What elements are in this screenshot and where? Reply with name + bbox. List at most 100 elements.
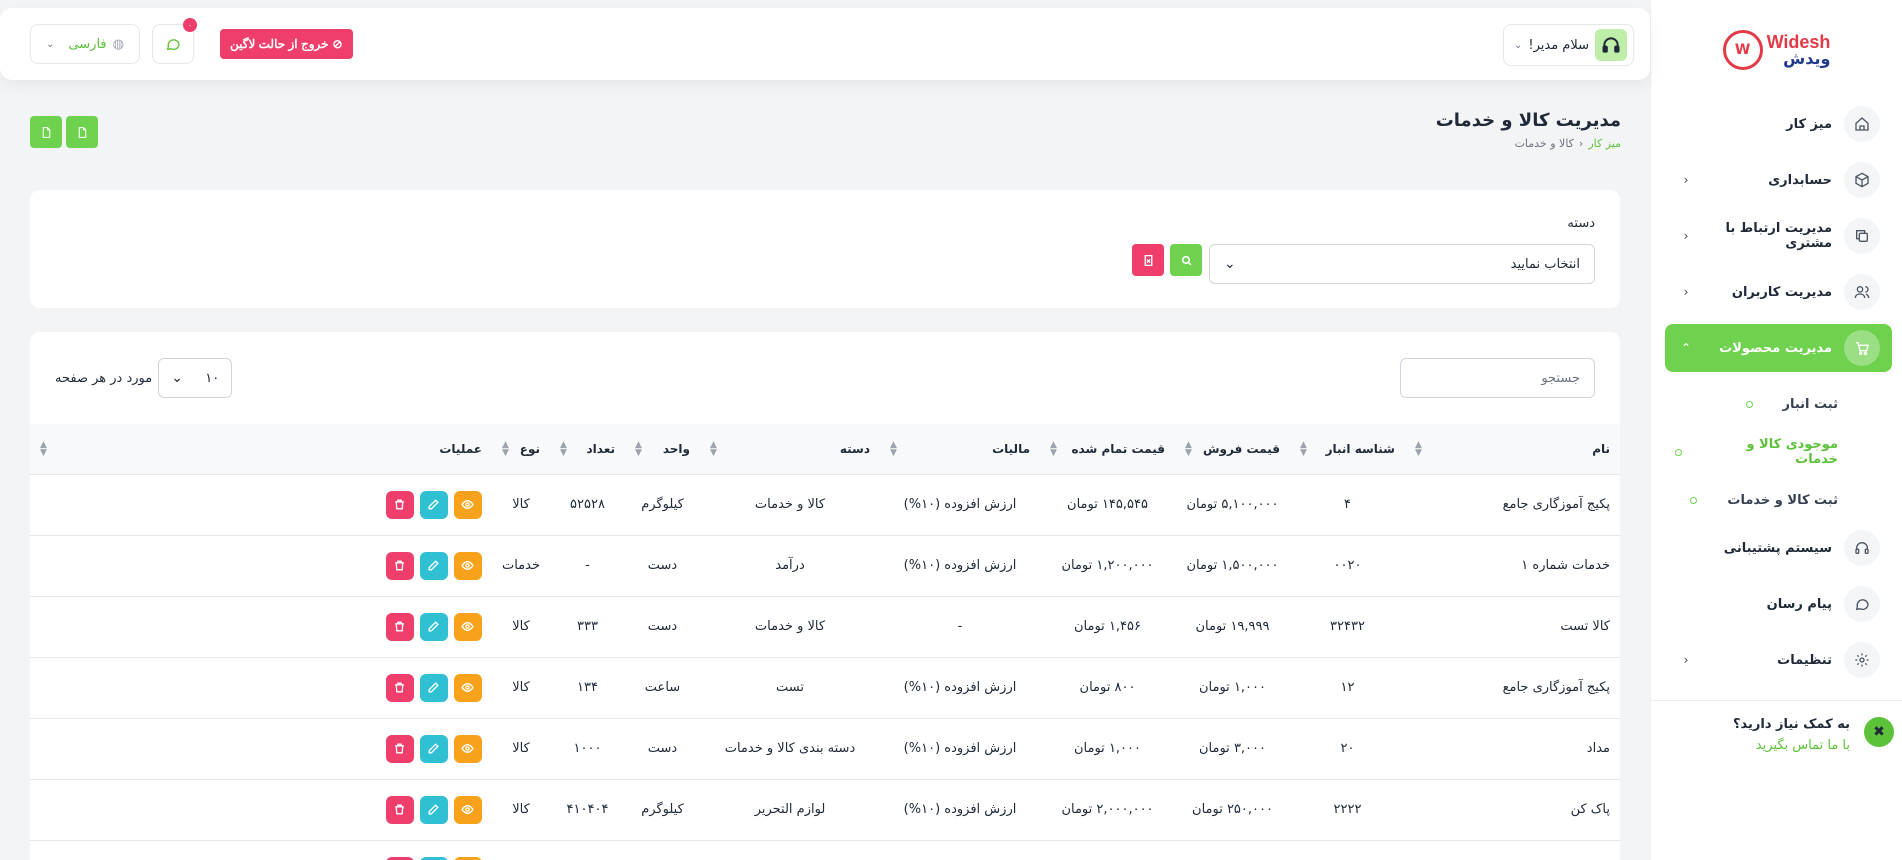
- sort-icon[interactable]: ▲ ▼: [635, 440, 642, 457]
- edit-button[interactable]: [419, 673, 448, 702]
- sort-icon[interactable]: ▲ ▼: [890, 440, 897, 457]
- table-cell: مداد: [1405, 718, 1620, 780]
- logout-button[interactable]: ⊘ خروج از حالت لاگین: [220, 29, 353, 59]
- sort-icon[interactable]: ▲ ▼: [1185, 440, 1192, 457]
- sidebar-nav: میز کار حسابداری ‹ مدیریت ارتباط با مشتری ‹ م…: [1651, 100, 1902, 684]
- category-select[interactable]: انتخاب نمایید ⌄: [1209, 244, 1595, 284]
- submenu-item[interactable]: ثبت انبار: [1665, 380, 1892, 428]
- edit-button[interactable]: [419, 551, 448, 580]
- edit-button[interactable]: [419, 734, 448, 763]
- filter-clear-button[interactable]: [1132, 244, 1164, 276]
- sort-icon[interactable]: ▲ ▼: [1050, 440, 1057, 457]
- sort-icon[interactable]: ▲ ▼: [502, 440, 509, 457]
- breadcrumb-home[interactable]: میز کار: [1588, 137, 1621, 150]
- table-cell: پاک کن: [1405, 779, 1620, 841]
- edit-button[interactable]: [419, 612, 448, 641]
- table-cell: کالا تست: [1405, 596, 1620, 658]
- table-cell: -: [550, 535, 625, 597]
- column-header-label: تعداد: [586, 441, 615, 456]
- export-excel-button[interactable]: [66, 116, 98, 148]
- table-row[interactable]: پکیج آموزگاری جامع ۱۲ ۱,۰۰۰ تومان ۸۰۰ تومان…: [30, 657, 1620, 719]
- sidebar-item-gear[interactable]: تنظیمات ‹: [1665, 636, 1892, 684]
- column-header[interactable]: دسته ▲ ▼: [700, 424, 880, 475]
- filter-search-button[interactable]: [1170, 244, 1202, 276]
- table-cell: کالا: [491, 657, 550, 719]
- view-button[interactable]: [453, 551, 482, 580]
- delete-button[interactable]: [385, 734, 414, 763]
- column-header[interactable]: مالیات ▲ ▼: [880, 424, 1040, 475]
- sidebar-item-copy[interactable]: مدیریت ارتباط با مشتری ‹: [1665, 212, 1892, 260]
- table-cell: ۱,۴۵۶ تومان: [1040, 596, 1175, 658]
- sort-icon[interactable]: ▲ ▼: [560, 440, 567, 457]
- table-cell: [880, 840, 1040, 860]
- pencil-icon: [428, 560, 440, 571]
- table-row[interactable]: پکیج آموزگاری جامع ۴ ۵,۱۰۰,۰۰۰ تومان ۱۴۵,۵۴…: [30, 474, 1620, 536]
- logo[interactable]: W Widesh ویدش: [1651, 0, 1902, 100]
- eye-icon: [461, 561, 475, 570]
- column-header-label: شناسه انبار: [1325, 441, 1395, 456]
- delete-button[interactable]: [385, 490, 414, 519]
- column-header[interactable]: عملیات ▲ ▼: [30, 424, 492, 475]
- sort-icon[interactable]: ▲ ▼: [1415, 440, 1422, 457]
- column-header[interactable]: شناسه انبار ▲ ▼: [1290, 424, 1405, 475]
- column-header[interactable]: قیمت فروش ▲ ▼: [1175, 424, 1290, 475]
- column-header[interactable]: نوع ▲ ▼: [491, 424, 550, 475]
- submenu-item-label: ثبت انبار: [1782, 396, 1839, 412]
- language-selector[interactable]: ◍ فارسی ⌄: [30, 24, 140, 64]
- sort-icon[interactable]: ▲ ▼: [710, 440, 717, 457]
- box-icon: [1844, 162, 1880, 198]
- edit-button[interactable]: [419, 856, 448, 860]
- edit-button[interactable]: [419, 795, 448, 824]
- trash-icon: [395, 499, 405, 510]
- per-page-select[interactable]: ⌄ ۱۰: [158, 358, 233, 398]
- trash-icon: [395, 743, 405, 754]
- sidebar-item-box[interactable]: حسابداری ‹: [1665, 156, 1892, 204]
- delete-button[interactable]: [385, 856, 414, 860]
- view-button[interactable]: [453, 734, 482, 763]
- user-menu[interactable]: سلام مدیر! ⌄: [1502, 24, 1634, 66]
- table-cell: دست: [625, 535, 700, 597]
- sort-icon[interactable]: ▲ ▼: [1300, 440, 1307, 457]
- messages-button[interactable]: ۰: [152, 18, 197, 64]
- delete-button[interactable]: [385, 612, 414, 641]
- sidebar-item-headset[interactable]: سیستم پشتیبانی: [1665, 524, 1892, 572]
- delete-button[interactable]: [385, 673, 414, 702]
- sort-icon[interactable]: ▲ ▼: [40, 440, 47, 457]
- delete-button[interactable]: [385, 551, 414, 580]
- export-buttons: [30, 116, 98, 148]
- table-row[interactable]: مداد ۲۰ ۳,۰۰۰ تومان ۱,۰۰۰ تومان ارزش افزوده …: [30, 718, 1620, 780]
- delete-button[interactable]: [385, 795, 414, 824]
- chevron-down-icon: ⌄: [1224, 256, 1236, 272]
- view-button[interactable]: [453, 612, 482, 641]
- pencil-icon: [428, 682, 440, 693]
- table-cell: درآمد: [700, 535, 880, 597]
- table-row[interactable]: کالا تست ۳۲۴۳۲ ۱۹,۹۹۹ تومان ۱,۴۵۶ تومان - کال…: [30, 596, 1620, 658]
- column-header[interactable]: نام ▲ ▼: [1405, 424, 1620, 475]
- eye-icon: [461, 744, 475, 753]
- column-header[interactable]: تعداد ▲ ▼: [550, 424, 625, 475]
- submenu-item[interactable]: ثبت کالا و خدمات: [1665, 476, 1892, 524]
- table-row[interactable]: پاک کن ۲۲۲۲ ۲۵۰,۰۰۰ تومان ۲,۰۰۰,۰۰۰ تومان ار…: [30, 779, 1620, 841]
- table-search-input[interactable]: [1400, 358, 1595, 398]
- sidebar-item-cart[interactable]: مدیریت محصولات ⌃: [1665, 324, 1892, 372]
- sidebar-item-home[interactable]: میز کار: [1665, 100, 1892, 148]
- view-button[interactable]: [453, 490, 482, 519]
- table-cell: [1405, 840, 1620, 860]
- sidebar-item-users[interactable]: مدیریت کاربران ‹: [1665, 268, 1892, 316]
- per-page-value: ۱۰: [205, 370, 220, 386]
- actions-cell: [30, 474, 492, 536]
- table-row[interactable]: خدمات شماره ۱ ۰۰۲۰ ۱,۵۰۰,۰۰۰ تومان ۱,۲۰۰,۰۰…: [30, 535, 1620, 597]
- sidebar-item-message[interactable]: پیام رسان: [1665, 580, 1892, 628]
- submenu-item[interactable]: موجودی کالا و خدمات: [1665, 428, 1892, 476]
- contact-us-link[interactable]: با ما تماس بگیرید: [1733, 738, 1850, 753]
- column-header[interactable]: قیمت تمام شده ▲ ▼: [1040, 424, 1175, 475]
- export-pdf-button[interactable]: [30, 116, 62, 148]
- view-button[interactable]: [453, 856, 482, 860]
- view-button[interactable]: [453, 673, 482, 702]
- sidebar-item-label: مدیریت ارتباط با مشتری: [1725, 221, 1833, 251]
- table-row[interactable]: [30, 840, 1620, 860]
- sidebar-item-label: پیام رسان: [1766, 596, 1832, 612]
- column-header[interactable]: واحد ▲ ▼: [625, 424, 700, 475]
- edit-button[interactable]: [419, 490, 448, 519]
- view-button[interactable]: [453, 795, 482, 824]
